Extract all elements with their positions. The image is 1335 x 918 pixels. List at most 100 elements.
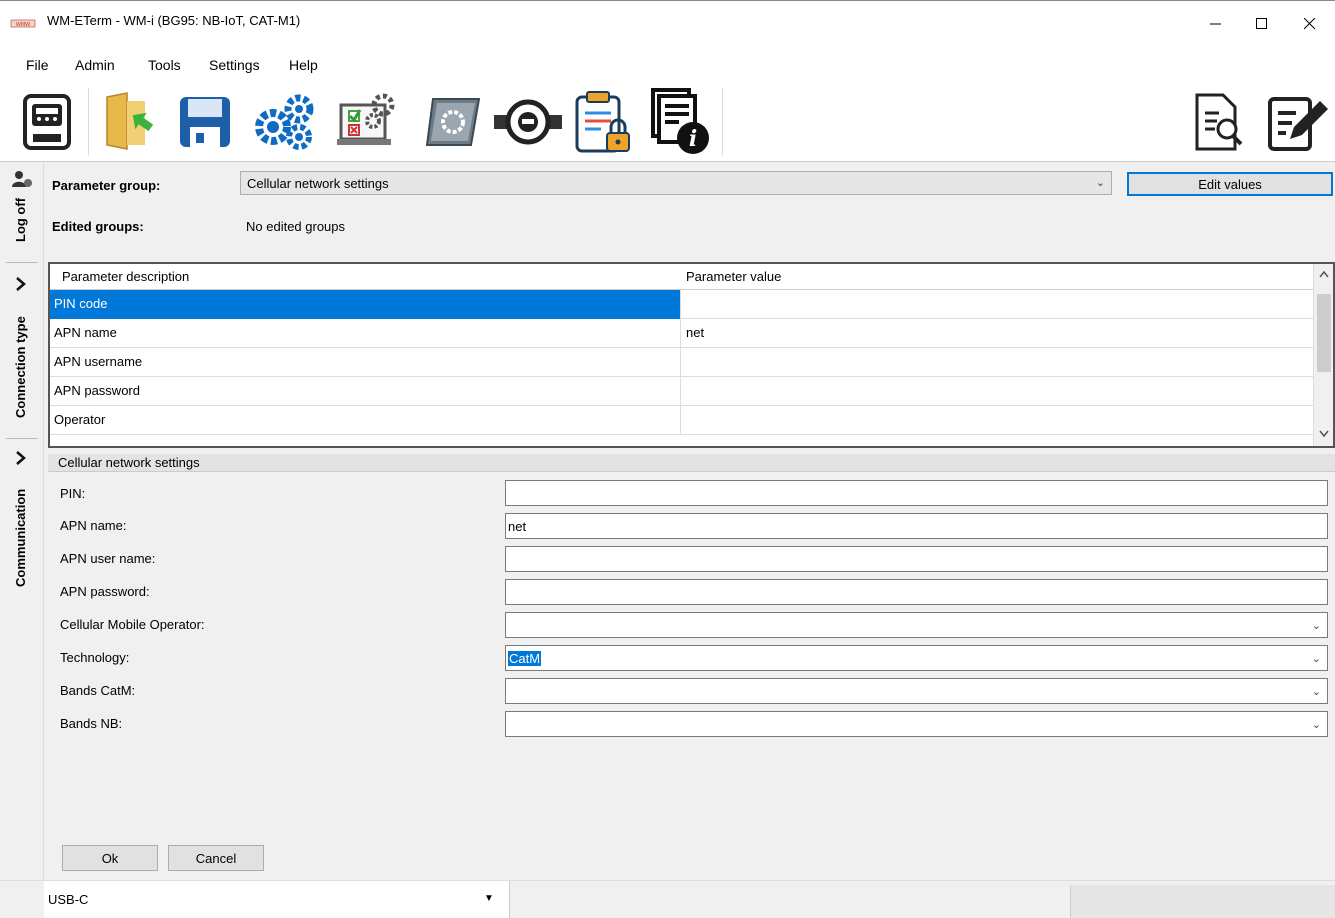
- minimize-icon: [1210, 23, 1221, 25]
- cell-value[interactable]: net: [681, 319, 1314, 348]
- cell-description[interactable]: Operator: [50, 406, 681, 435]
- security-button[interactable]: [566, 88, 640, 156]
- minimize-button[interactable]: [1193, 1, 1239, 47]
- parameter-grid: Parameter description Parameter value PI…: [48, 262, 1335, 448]
- open-button[interactable]: [98, 88, 162, 156]
- log-off-label: Log off: [13, 197, 28, 242]
- scrollbar-thumb[interactable]: [1317, 294, 1331, 372]
- menu-admin[interactable]: Admin: [75, 57, 115, 73]
- firmware-button[interactable]: [418, 88, 490, 156]
- config-laptop-icon: [337, 93, 395, 145]
- table-row[interactable]: APN username: [50, 348, 1314, 377]
- edited-groups-label: Edited groups:: [52, 219, 144, 234]
- toolbar: i: [0, 82, 1335, 162]
- form-title: Cellular network settings: [48, 454, 1335, 472]
- chevron-right-icon: [16, 277, 26, 291]
- parameter-group-label: Parameter group:: [52, 178, 161, 193]
- edit-button[interactable]: [1259, 88, 1335, 156]
- config-button[interactable]: [332, 88, 408, 156]
- pin-input[interactable]: [505, 480, 1328, 506]
- communication-label: Communication: [13, 488, 28, 587]
- connection-type-label: Connection type: [13, 316, 28, 418]
- scroll-down-icon[interactable]: [1319, 430, 1329, 438]
- cell-value[interactable]: [681, 377, 1314, 406]
- chevron-down-icon: ⌄: [1311, 653, 1321, 665]
- log-off-tab[interactable]: Log off: [0, 162, 44, 248]
- folder-import-icon: [106, 92, 154, 150]
- apn-password-input[interactable]: [505, 579, 1328, 605]
- settings-gears-icon: [255, 94, 314, 150]
- settings-button[interactable]: [248, 88, 324, 156]
- meter-icon: [23, 94, 71, 150]
- side-tab-bar: Log off Connection type Communication: [0, 162, 44, 880]
- svg-text:WMW: WMW: [16, 22, 30, 28]
- status-panel: [1070, 885, 1335, 918]
- cell-description[interactable]: PIN code: [50, 290, 681, 319]
- status-bar: USB-C ▼: [0, 880, 1335, 918]
- report-button[interactable]: [1183, 88, 1255, 156]
- ok-button[interactable]: Ok: [62, 845, 158, 871]
- water-meter-button[interactable]: [490, 88, 566, 156]
- title-bar: WMW WM-ETerm - WM-i (BG95: NB-IoT, CAT-M…: [0, 0, 1335, 48]
- toolbar-separator: [722, 88, 723, 156]
- technology-select[interactable]: CatM ⌄: [505, 645, 1328, 671]
- grid-header: Parameter description Parameter value: [50, 264, 1314, 290]
- bands-nb-select[interactable]: ⌄: [505, 711, 1328, 737]
- maximize-icon: [1256, 18, 1267, 29]
- parameter-group-select[interactable]: Cellular network settings ⌄: [240, 171, 1112, 195]
- field-label: PIN:: [60, 486, 86, 501]
- field-label: APN user name:: [60, 551, 156, 566]
- scroll-up-icon[interactable]: [1319, 270, 1329, 278]
- save-icon: [180, 97, 230, 147]
- connection-value: USB-C: [48, 892, 89, 907]
- menu-tools[interactable]: Tools: [148, 57, 181, 73]
- cell-description[interactable]: APN name: [50, 319, 681, 348]
- cell-value[interactable]: [681, 348, 1314, 377]
- field-label: APN name:: [60, 518, 127, 533]
- column-header-value[interactable]: Parameter value: [686, 269, 781, 284]
- table-row[interactable]: APN name net: [50, 319, 1314, 348]
- edit-values-button[interactable]: Edit values: [1127, 172, 1333, 196]
- clipboard-lock-icon: [575, 91, 630, 153]
- info-button[interactable]: i: [644, 88, 718, 156]
- table-row[interactable]: APN password: [50, 377, 1314, 406]
- chevron-right-icon: [16, 451, 26, 465]
- apn-name-input[interactable]: net: [505, 513, 1328, 539]
- table-row[interactable]: PIN code: [50, 290, 1314, 319]
- column-header-description[interactable]: Parameter description: [62, 269, 189, 284]
- menu-file[interactable]: File: [26, 57, 49, 73]
- cell-value[interactable]: [681, 290, 1314, 319]
- chevron-down-icon: ⌄: [1095, 177, 1105, 189]
- settings-form: Cellular network settings PIN: APN name:…: [48, 454, 1335, 880]
- meter-button[interactable]: [10, 88, 84, 156]
- cell-description[interactable]: APN password: [50, 377, 681, 406]
- parameter-group-value: Cellular network settings: [247, 176, 389, 191]
- cancel-button[interactable]: Cancel: [168, 845, 264, 871]
- bands-catm-select[interactable]: ⌄: [505, 678, 1328, 704]
- close-button[interactable]: [1287, 1, 1333, 47]
- maximize-button[interactable]: [1239, 1, 1285, 47]
- communication-tab[interactable]: Communication: [0, 444, 44, 594]
- menu-help[interactable]: Help: [289, 57, 318, 73]
- window-title: WM-ETerm - WM-i (BG95: NB-IoT, CAT-M1): [47, 13, 301, 28]
- cell-value[interactable]: [681, 406, 1314, 435]
- cell-description[interactable]: APN username: [50, 348, 681, 377]
- save-button[interactable]: [170, 88, 240, 156]
- menu-settings[interactable]: Settings: [209, 57, 260, 73]
- connection-select[interactable]: USB-C ▼: [44, 881, 510, 918]
- connection-type-tab[interactable]: Connection type: [0, 268, 44, 430]
- field-label: Technology:: [60, 650, 130, 665]
- chevron-down-icon: ⌄: [1311, 620, 1321, 632]
- table-row[interactable]: Operator: [50, 406, 1314, 435]
- edit-document-icon: [1268, 97, 1328, 151]
- app-logo-icon: WMW: [10, 19, 36, 28]
- tab-separator: [6, 262, 38, 263]
- svg-text:i: i: [689, 126, 697, 152]
- field-label: Bands CatM:: [60, 683, 136, 698]
- apn-username-input[interactable]: [505, 546, 1328, 572]
- grid-scrollbar[interactable]: [1313, 264, 1333, 446]
- field-label: Cellular Mobile Operator:: [60, 617, 205, 632]
- operator-select[interactable]: ⌄: [505, 612, 1328, 638]
- close-icon: [1304, 18, 1316, 30]
- menu-bar: File Admin Tools Settings Help: [0, 48, 1335, 82]
